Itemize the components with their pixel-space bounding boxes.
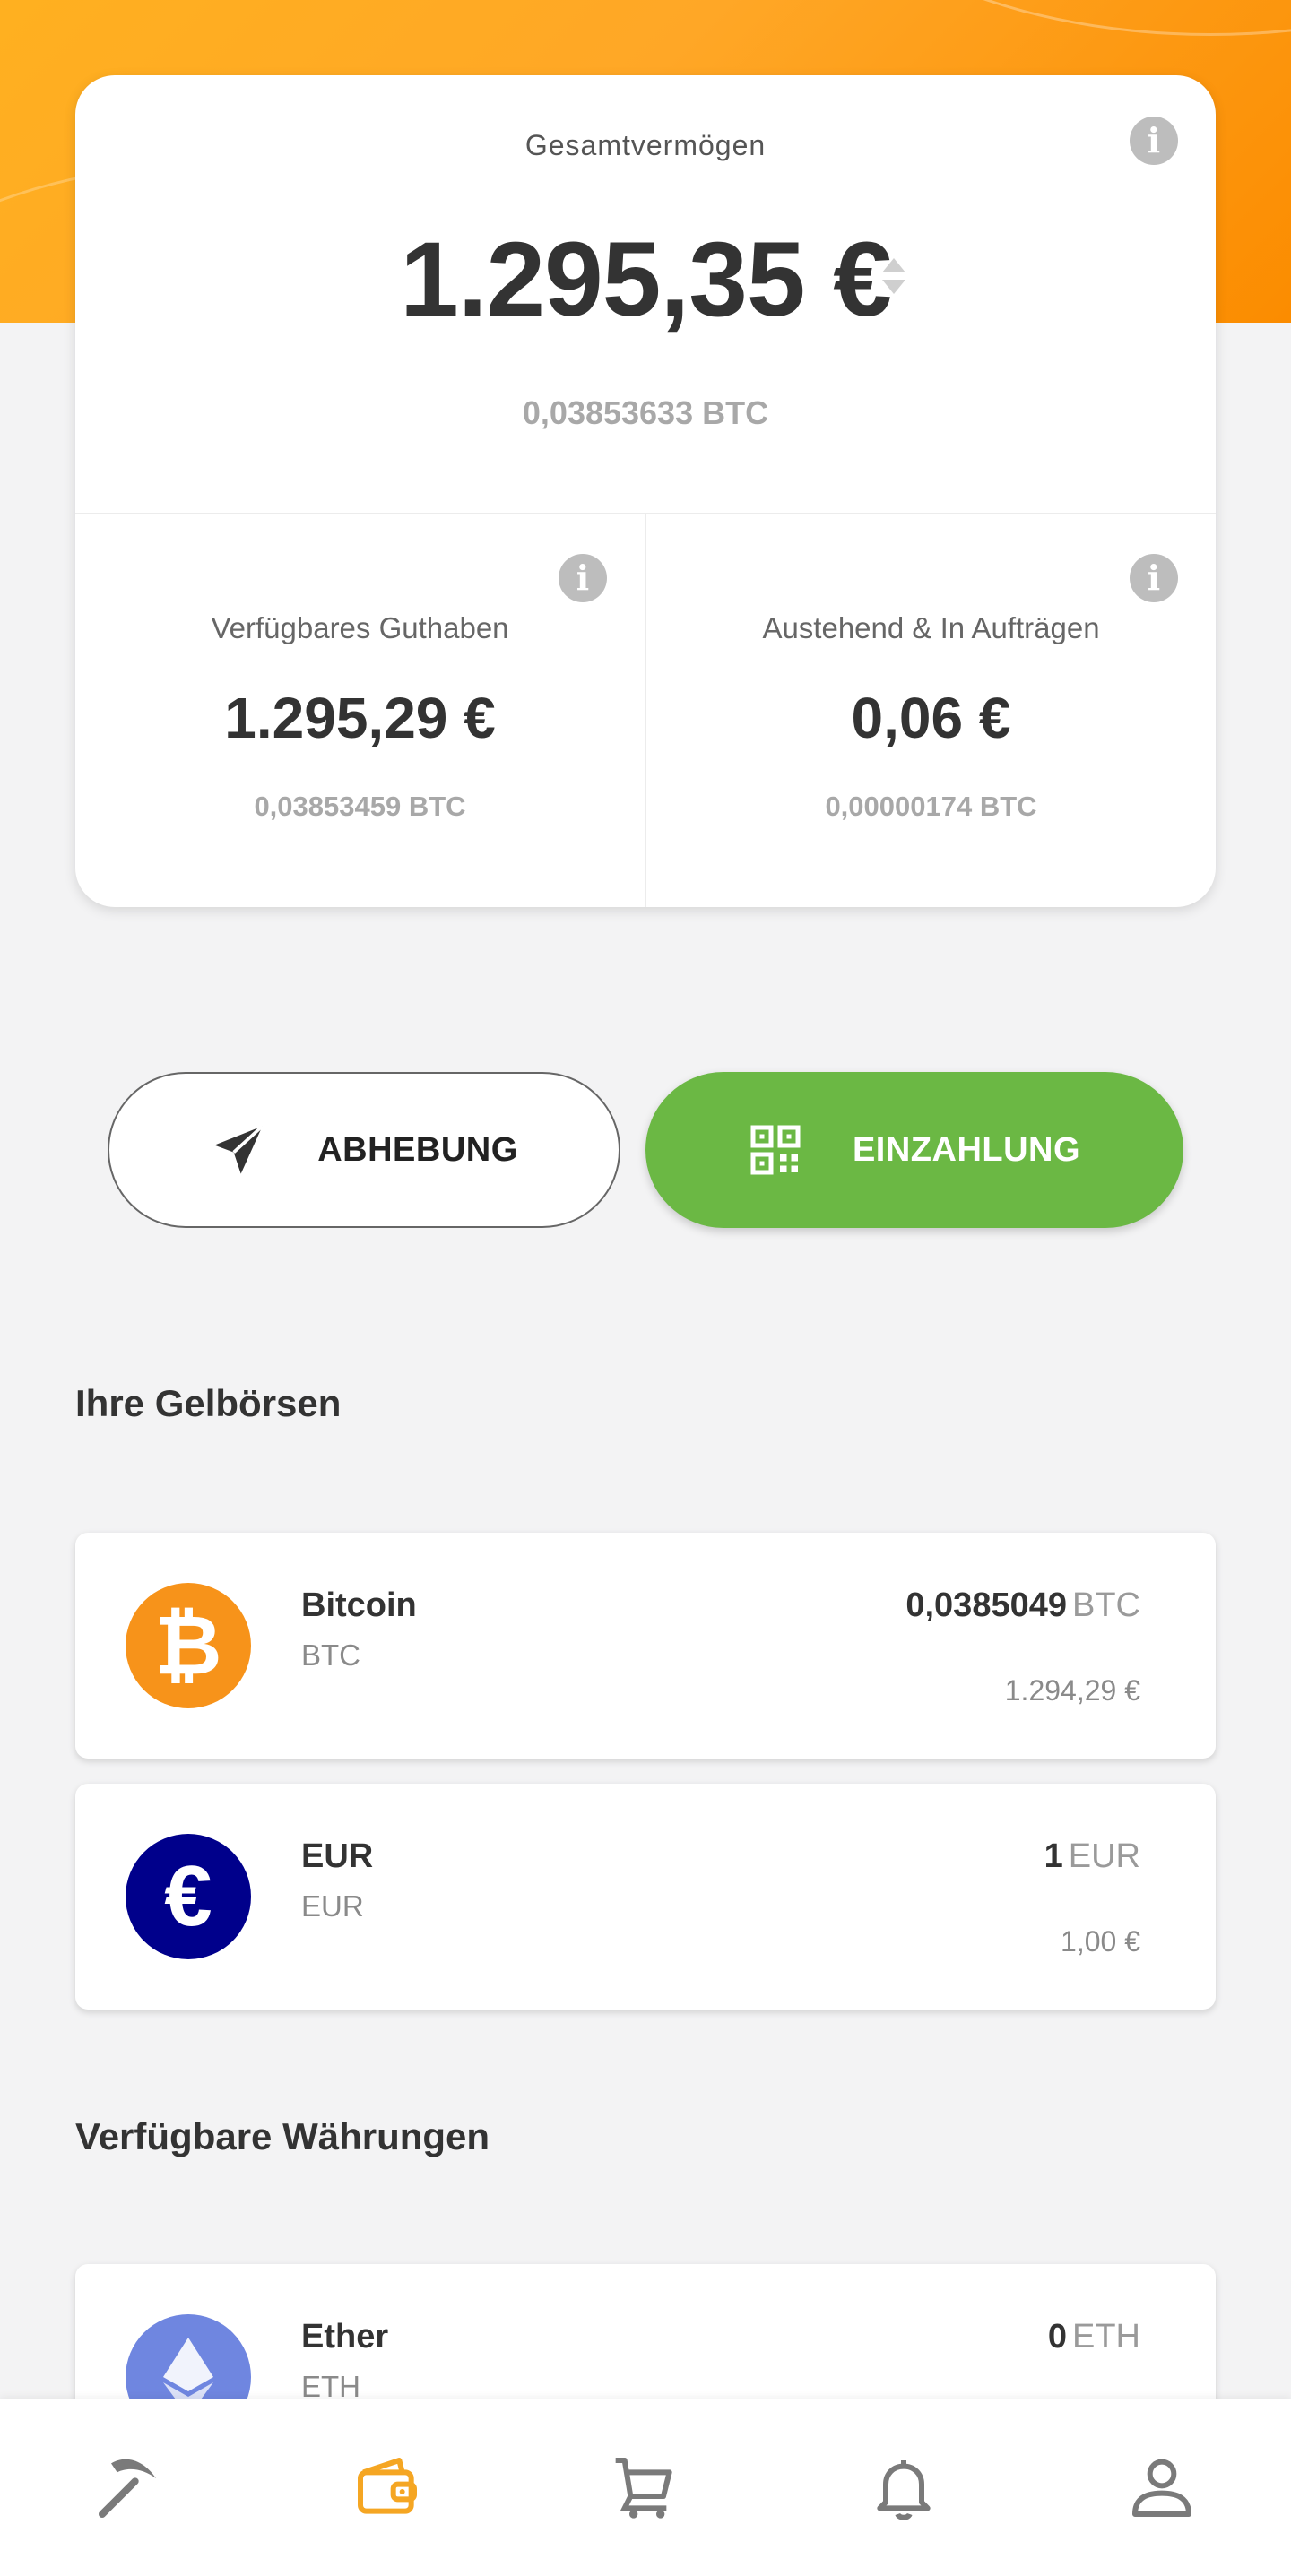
nav-notifications[interactable]: [850, 2433, 957, 2541]
info-icon[interactable]: i: [1130, 554, 1178, 602]
cart-icon: [615, 2458, 672, 2519]
euro-icon: €: [126, 1834, 251, 1959]
available-balance-block: i Verfügbares Guthaben 1.295,29 € 0,0385…: [75, 514, 645, 907]
withdraw-label: ABHEBUNG: [317, 1130, 518, 1169]
available-currencies-title: Verfügbare Währungen: [75, 2115, 490, 2157]
wallet-amount: 1 EUR: [1044, 1837, 1140, 1876]
nav-mining[interactable]: [75, 2433, 183, 2541]
wallet-name: EUR: [301, 1837, 374, 1875]
deposit-label: EINZAHLUNG: [852, 1130, 1081, 1169]
qr-code-icon: [750, 1125, 801, 1175]
send-icon: [214, 1124, 264, 1174]
wallet-fiat-value: 1,00 €: [1061, 1925, 1140, 1958]
total-balance-block: Gesamtvermögen i 1.295,35 € 0,03853633 B…: [75, 75, 1216, 514]
currency-name: Ether: [301, 2318, 389, 2356]
bottom-navigation: [0, 2399, 1291, 2576]
currency-amount: 0 ETH: [1048, 2318, 1140, 2356]
wallet-amount-value: 1: [1044, 1837, 1063, 1875]
bitcoin-icon: ₿: [126, 1583, 251, 1708]
nav-shop[interactable]: [592, 2433, 699, 2541]
wallet-icon: [358, 2458, 417, 2514]
wallet-code: BTC: [301, 1638, 360, 1672]
wallet-amount-unit: EUR: [1068, 1837, 1140, 1875]
info-icon[interactable]: i: [1130, 117, 1178, 165]
wallet-fiat-value: 1.294,29 €: [1004, 1674, 1140, 1707]
available-balance-btc: 0,03853459 BTC: [254, 791, 466, 822]
balance-summary-card: Gesamtvermögen i 1.295,35 € 0,03853633 B…: [75, 75, 1216, 907]
sort-toggle-icon[interactable]: [880, 255, 907, 298]
withdraw-button[interactable]: ABHEBUNG: [108, 1072, 620, 1228]
pending-balance-value: 0,06 €: [851, 686, 1011, 750]
pending-balance-btc: 0,00000174 BTC: [825, 791, 1037, 822]
pickaxe-icon: [99, 2459, 156, 2518]
bell-icon: [877, 2460, 931, 2520]
deposit-button[interactable]: EINZAHLUNG: [646, 1072, 1183, 1228]
wallets-section-title: Ihre Gelbörsen: [75, 1382, 342, 1424]
user-icon: [1132, 2459, 1191, 2517]
wallet-code: EUR: [301, 1889, 364, 1923]
nav-profile[interactable]: [1108, 2433, 1216, 2541]
info-icon[interactable]: i: [559, 554, 607, 602]
wallet-name: Bitcoin: [301, 1586, 417, 1624]
wallet-item-eur[interactable]: € EUR EUR 1 EUR 1,00 €: [75, 1784, 1216, 2010]
wallet-amount-unit: BTC: [1072, 1586, 1140, 1624]
available-balance-label: Verfügbares Guthaben: [211, 611, 509, 644]
available-balance-value: 1.295,29 €: [224, 686, 496, 750]
total-balance-label: Gesamtvermögen: [524, 129, 767, 161]
pending-balance-block: i Austehend & In Aufträgen 0,06 € 0,0000…: [645, 514, 1216, 907]
currency-amount-unit: ETH: [1072, 2318, 1140, 2356]
total-balance-btc: 0,03853633 BTC: [522, 394, 769, 431]
wallet-item-bitcoin[interactable]: ₿ Bitcoin BTC 0,0385049 BTC 1.294,29 €: [75, 1533, 1216, 1759]
currency-amount-value: 0: [1047, 2318, 1067, 2356]
pending-balance-label: Austehend & In Aufträgen: [762, 611, 1100, 644]
nav-wallet[interactable]: [334, 2433, 441, 2541]
wallet-amount: 0,0385049 BTC: [905, 1586, 1140, 1625]
wallet-amount-value: 0,0385049: [905, 1586, 1067, 1624]
total-balance-value[interactable]: 1.295,35 €: [75, 219, 1216, 341]
